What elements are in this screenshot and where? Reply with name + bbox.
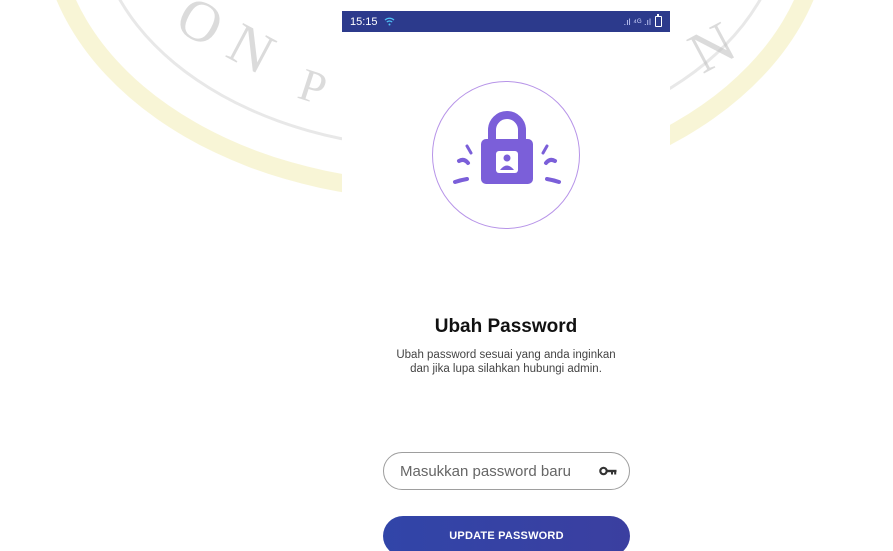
status-right: .ıl ⁴ᴳ .ıl (623, 14, 662, 27)
update-password-button[interactable]: UPDATE PASSWORD (383, 516, 630, 551)
status-bar: 15:15 .ıl ⁴ᴳ .ıl (342, 11, 670, 32)
status-time: 15:15 (350, 15, 378, 28)
phone-screen: 15:15 .ıl ⁴ᴳ .ıl Ubah Password Ubah pass… (342, 11, 670, 551)
lock-icon (453, 111, 561, 184)
wifi-icon (384, 17, 394, 26)
lock-illustration (432, 81, 580, 229)
page-title: Ubah Password (434, 316, 578, 337)
status-left: 15:15 (350, 16, 395, 28)
page-subtitle: Ubah password sesuai yang anda inginkan … (396, 349, 616, 375)
new-password-input[interactable] (400, 462, 599, 480)
signal-icons: .ıl ⁴ᴳ .ıl (623, 16, 651, 27)
password-field[interactable] (383, 452, 630, 490)
battery-icon (655, 14, 662, 27)
key-icon[interactable] (599, 466, 617, 476)
